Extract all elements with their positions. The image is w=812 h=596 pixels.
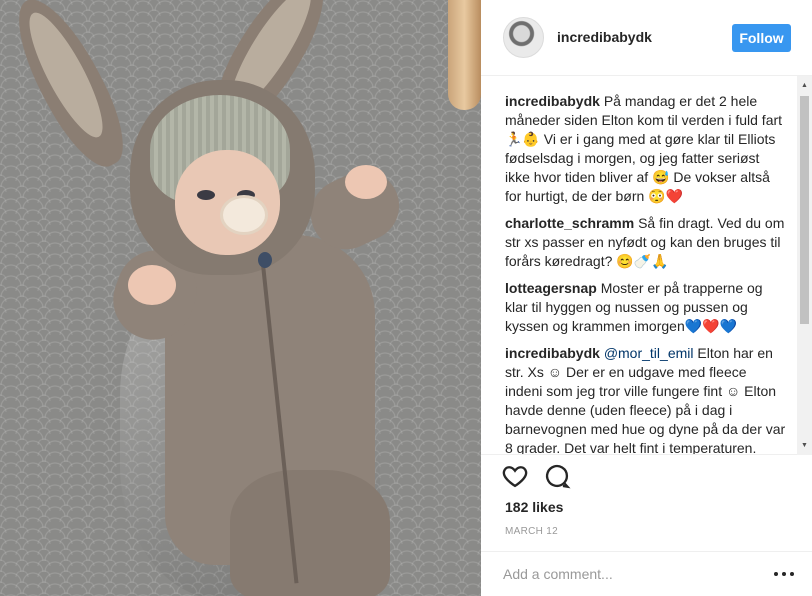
scroll-down-icon[interactable]: ▼ bbox=[800, 441, 809, 450]
post-header: incredibabydk Follow bbox=[481, 0, 812, 76]
add-comment-input[interactable] bbox=[503, 563, 763, 585]
post-photo[interactable] bbox=[0, 0, 481, 596]
post-sidebar: incredibabydk Follow incredibabydk På ma… bbox=[481, 0, 812, 596]
baby-hand-left bbox=[128, 265, 176, 305]
bunny-ear-left-inner bbox=[17, 4, 115, 146]
comment-text: Elton har en str. Xs ☺ Der er en udgave … bbox=[505, 345, 786, 455]
comments-scrollbar-thumb[interactable] bbox=[800, 96, 809, 324]
comment-username[interactable]: charlotte_schramm bbox=[505, 215, 634, 231]
more-dot bbox=[774, 572, 778, 576]
post-actions bbox=[481, 456, 812, 496]
scroll-up-icon[interactable]: ▲ bbox=[800, 81, 809, 90]
comment-bubble-icon[interactable] bbox=[543, 462, 571, 490]
crib-post bbox=[448, 0, 481, 110]
more-dot bbox=[790, 572, 794, 576]
comment-mention[interactable]: @mor_til_emil bbox=[604, 345, 694, 361]
comment-item: charlotte_schramm Så fin dragt. Ved du o… bbox=[505, 214, 787, 271]
zipper-pull bbox=[258, 252, 272, 268]
baby-legs bbox=[230, 470, 390, 596]
heart-outline-icon[interactable] bbox=[501, 462, 529, 490]
more-options-icon[interactable] bbox=[774, 565, 794, 583]
comment-item: incredibabydk På mandag er det 2 hele må… bbox=[505, 92, 787, 206]
more-dot bbox=[782, 572, 786, 576]
comment-item: lotteagersnap Moster er på trapperne og … bbox=[505, 279, 787, 336]
pacifier bbox=[220, 195, 268, 235]
avatar[interactable] bbox=[503, 17, 544, 58]
comment-username[interactable]: incredibabydk bbox=[505, 93, 600, 109]
baby-hand-right bbox=[345, 165, 387, 199]
baby-eye-left bbox=[197, 190, 215, 200]
comment-username[interactable]: incredibabydk bbox=[505, 345, 600, 361]
like-count[interactable]: 182 likes bbox=[505, 499, 563, 515]
add-comment-section bbox=[481, 551, 812, 596]
comment-item: incredibabydk @mor_til_emil Elton har en… bbox=[505, 344, 787, 455]
header-username[interactable]: incredibabydk bbox=[557, 29, 652, 45]
follow-button[interactable]: Follow bbox=[732, 24, 791, 52]
comments-list[interactable]: incredibabydk På mandag er det 2 hele må… bbox=[481, 76, 812, 455]
post-date[interactable]: MARCH 12 bbox=[505, 526, 558, 537]
bunny-ear-left bbox=[0, 0, 140, 179]
comment-text: På mandag er det 2 hele måneder siden El… bbox=[505, 93, 783, 204]
comment-username[interactable]: lotteagersnap bbox=[505, 280, 597, 296]
